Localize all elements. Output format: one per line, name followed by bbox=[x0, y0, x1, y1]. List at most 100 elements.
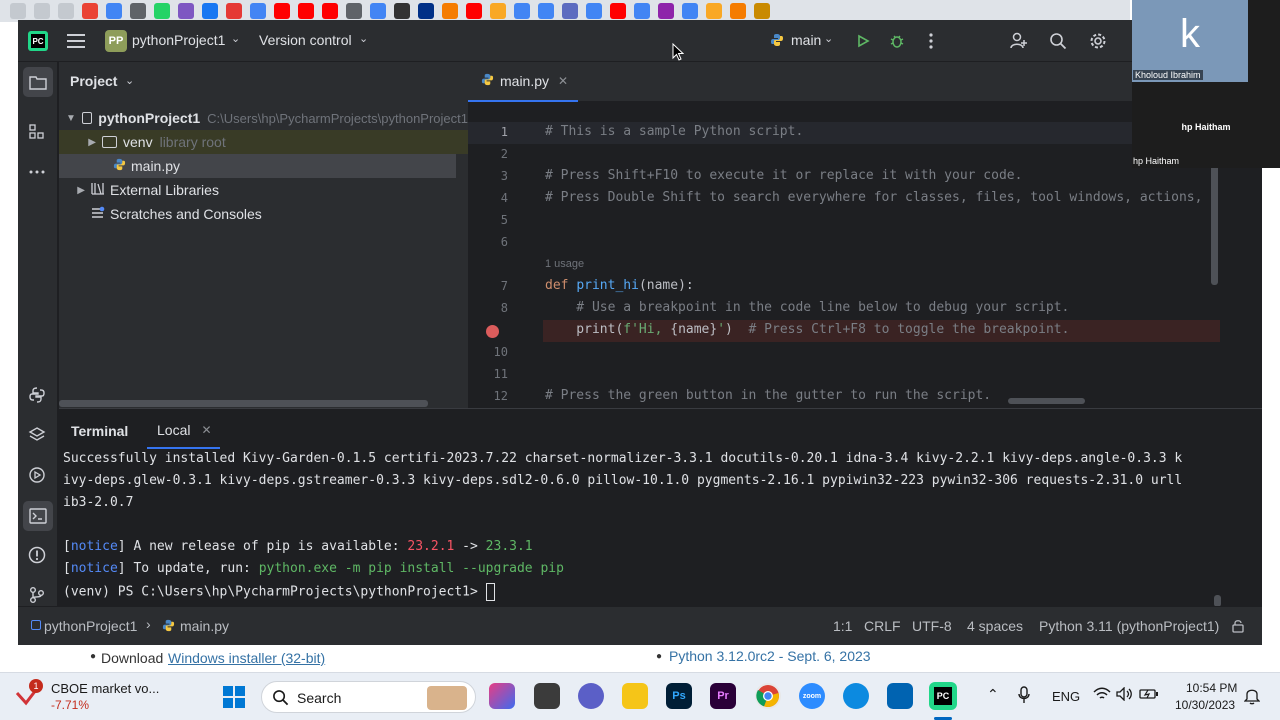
line-separator[interactable]: CRLF bbox=[864, 618, 901, 634]
browser-tab-icon[interactable] bbox=[226, 3, 242, 19]
project-selector[interactable]: pythonProject1 bbox=[132, 32, 225, 48]
browser-tab-icon[interactable] bbox=[370, 3, 386, 19]
video-tile-haitham[interactable]: hp Haitham hp Haitham bbox=[1132, 82, 1280, 168]
layers-icon[interactable] bbox=[23, 421, 51, 449]
usage-hint[interactable]: 1 usage bbox=[545, 258, 584, 270]
file-encoding[interactable]: UTF-8 bbox=[912, 618, 952, 634]
line-number[interactable]: 1 bbox=[468, 125, 508, 139]
browser-tab-icon[interactable] bbox=[562, 3, 578, 19]
browser-tab-icon[interactable] bbox=[346, 3, 362, 19]
branch-selector[interactable]: main bbox=[791, 32, 821, 48]
browser-tab-icon[interactable] bbox=[730, 3, 746, 19]
browser-tab-icon[interactable] bbox=[298, 3, 314, 19]
project-panel-title[interactable]: Project bbox=[70, 73, 117, 89]
browser-tab-icon[interactable] bbox=[682, 3, 698, 19]
debug-icon[interactable] bbox=[883, 27, 911, 55]
services-icon[interactable] bbox=[23, 461, 51, 489]
tree-item-root[interactable]: ▼ pythonProject1 C:\Users\hp\PycharmProj… bbox=[59, 106, 468, 130]
breadcrumb-project[interactable]: pythonProject1 bbox=[44, 618, 137, 634]
wifi-icon[interactable] bbox=[1093, 687, 1111, 704]
chrome-icon[interactable] bbox=[755, 683, 781, 709]
terminal-prompt-line[interactable]: (venv) PS C:\Users\hp\PycharmProjects\py… bbox=[63, 583, 495, 601]
more-tools-icon[interactable] bbox=[23, 158, 51, 186]
tree-item-main-py[interactable]: main.py bbox=[59, 154, 456, 178]
chevron-down-icon[interactable]: ⌄ bbox=[125, 74, 134, 87]
clock-date[interactable]: 10/30/2023 bbox=[1175, 698, 1235, 712]
taskbar-search-box[interactable]: Search bbox=[261, 681, 476, 713]
terminal-tab-local[interactable]: Local ✕ bbox=[147, 413, 220, 449]
browser-tab-icon[interactable] bbox=[466, 3, 482, 19]
teams-chat-icon[interactable] bbox=[578, 683, 604, 709]
python-packages-icon[interactable] bbox=[23, 381, 51, 409]
browser-tab-icon[interactable] bbox=[106, 3, 122, 19]
browser-tab-icon[interactable] bbox=[706, 3, 722, 19]
terminal-tool-icon[interactable] bbox=[23, 501, 53, 531]
line-number[interactable]: 8 bbox=[468, 301, 508, 315]
chevron-down-icon[interactable]: ⌄ bbox=[359, 32, 368, 45]
browser-tab-icon[interactable] bbox=[58, 3, 74, 19]
line-number[interactable]: 10 bbox=[468, 345, 508, 359]
terminal-title[interactable]: Terminal bbox=[71, 423, 128, 439]
battery-icon[interactable] bbox=[1139, 687, 1159, 704]
horizontal-scrollbar[interactable] bbox=[59, 400, 428, 407]
project-badge[interactable]: PP bbox=[105, 30, 127, 52]
chevron-up-icon[interactable]: ⌃ bbox=[987, 686, 999, 703]
task-view-icon[interactable] bbox=[534, 683, 560, 709]
browser-tab-icon[interactable] bbox=[442, 3, 458, 19]
line-number[interactable]: 3 bbox=[468, 169, 508, 183]
browser-tab-icon[interactable] bbox=[178, 3, 194, 19]
expand-arrow-icon[interactable]: ▶ bbox=[59, 185, 91, 196]
browser-tab-icon[interactable] bbox=[634, 3, 650, 19]
line-number[interactable]: 5 bbox=[468, 213, 508, 227]
browser-tab-icon[interactable] bbox=[658, 3, 674, 19]
code-area[interactable]: 1 # This is a sample Python script. 2 3 # Pr… bbox=[468, 122, 1220, 408]
caret-position[interactable]: 1:1 bbox=[833, 618, 852, 634]
menu-icon[interactable] bbox=[62, 27, 90, 55]
line-number[interactable]: 6 bbox=[468, 235, 508, 249]
stock-widget-icon[interactable]: 1 bbox=[14, 679, 43, 709]
volume-icon[interactable] bbox=[1116, 686, 1134, 704]
run-icon[interactable] bbox=[849, 27, 877, 55]
browser-tab-icon[interactable] bbox=[490, 3, 506, 19]
breadcrumb-file[interactable]: main.py bbox=[180, 618, 229, 634]
browser-tab-icon[interactable] bbox=[154, 3, 170, 19]
windows-start-icon[interactable] bbox=[222, 685, 246, 709]
pycharm-taskbar-icon[interactable]: PC bbox=[929, 682, 957, 710]
line-number[interactable]: 7 bbox=[468, 279, 508, 293]
terminal-output[interactable]: Successfully installed Kivy-Garden-0.1.5… bbox=[59, 451, 1219, 607]
line-number[interactable]: 2 bbox=[468, 147, 508, 161]
language-indicator[interactable]: ENG bbox=[1052, 689, 1080, 704]
video-tile-kholoud[interactable]: k Kholoud Ibrahim bbox=[1132, 0, 1248, 82]
stock-name[interactable]: CBOE market vo... bbox=[51, 681, 159, 696]
git-icon[interactable] bbox=[23, 581, 51, 609]
browser-tab-icon[interactable] bbox=[394, 3, 410, 19]
expand-arrow-icon[interactable]: ▶ bbox=[59, 137, 102, 148]
download-link[interactable]: Windows installer (32-bit) bbox=[168, 650, 325, 666]
horizontal-scrollbar[interactable] bbox=[1008, 398, 1085, 404]
search-icon[interactable] bbox=[1044, 27, 1072, 55]
clock-time[interactable]: 10:54 PM bbox=[1186, 681, 1237, 695]
tree-item-scratches[interactable]: Scratches and Consoles bbox=[59, 202, 468, 226]
browser-tab-icon[interactable] bbox=[34, 3, 50, 19]
browser-tab-icon[interactable] bbox=[754, 3, 770, 19]
browser-tab-icon[interactable] bbox=[202, 3, 218, 19]
browser-tab-icon[interactable] bbox=[250, 3, 266, 19]
python-interpreter[interactable]: Python 3.11 (pythonProject1) bbox=[1039, 618, 1219, 634]
browser-tab-icon[interactable] bbox=[130, 3, 146, 19]
file-explorer-icon[interactable] bbox=[622, 683, 648, 709]
zoom-icon[interactable]: zoom bbox=[799, 683, 825, 709]
edge-icon[interactable] bbox=[843, 683, 869, 709]
editor-tab-main-py[interactable]: main.py ✕ bbox=[468, 62, 578, 102]
browser-tab-icon[interactable] bbox=[10, 3, 26, 19]
microphone-icon[interactable] bbox=[1018, 686, 1030, 707]
problems-icon[interactable] bbox=[23, 541, 51, 569]
expand-arrow-icon[interactable]: ▼ bbox=[59, 113, 82, 124]
project-tool-icon[interactable] bbox=[23, 67, 53, 97]
indent-setting[interactable]: 4 spaces bbox=[967, 618, 1023, 634]
tree-item-external-libraries[interactable]: ▶ External Libraries bbox=[59, 178, 468, 202]
tree-item-venv[interactable]: ▶ venv library root bbox=[59, 130, 468, 154]
close-icon[interactable]: ✕ bbox=[558, 74, 568, 88]
browser-tab-icon[interactable] bbox=[274, 3, 290, 19]
browser-tab-icon[interactable] bbox=[586, 3, 602, 19]
browser-tab-icon[interactable] bbox=[538, 3, 554, 19]
